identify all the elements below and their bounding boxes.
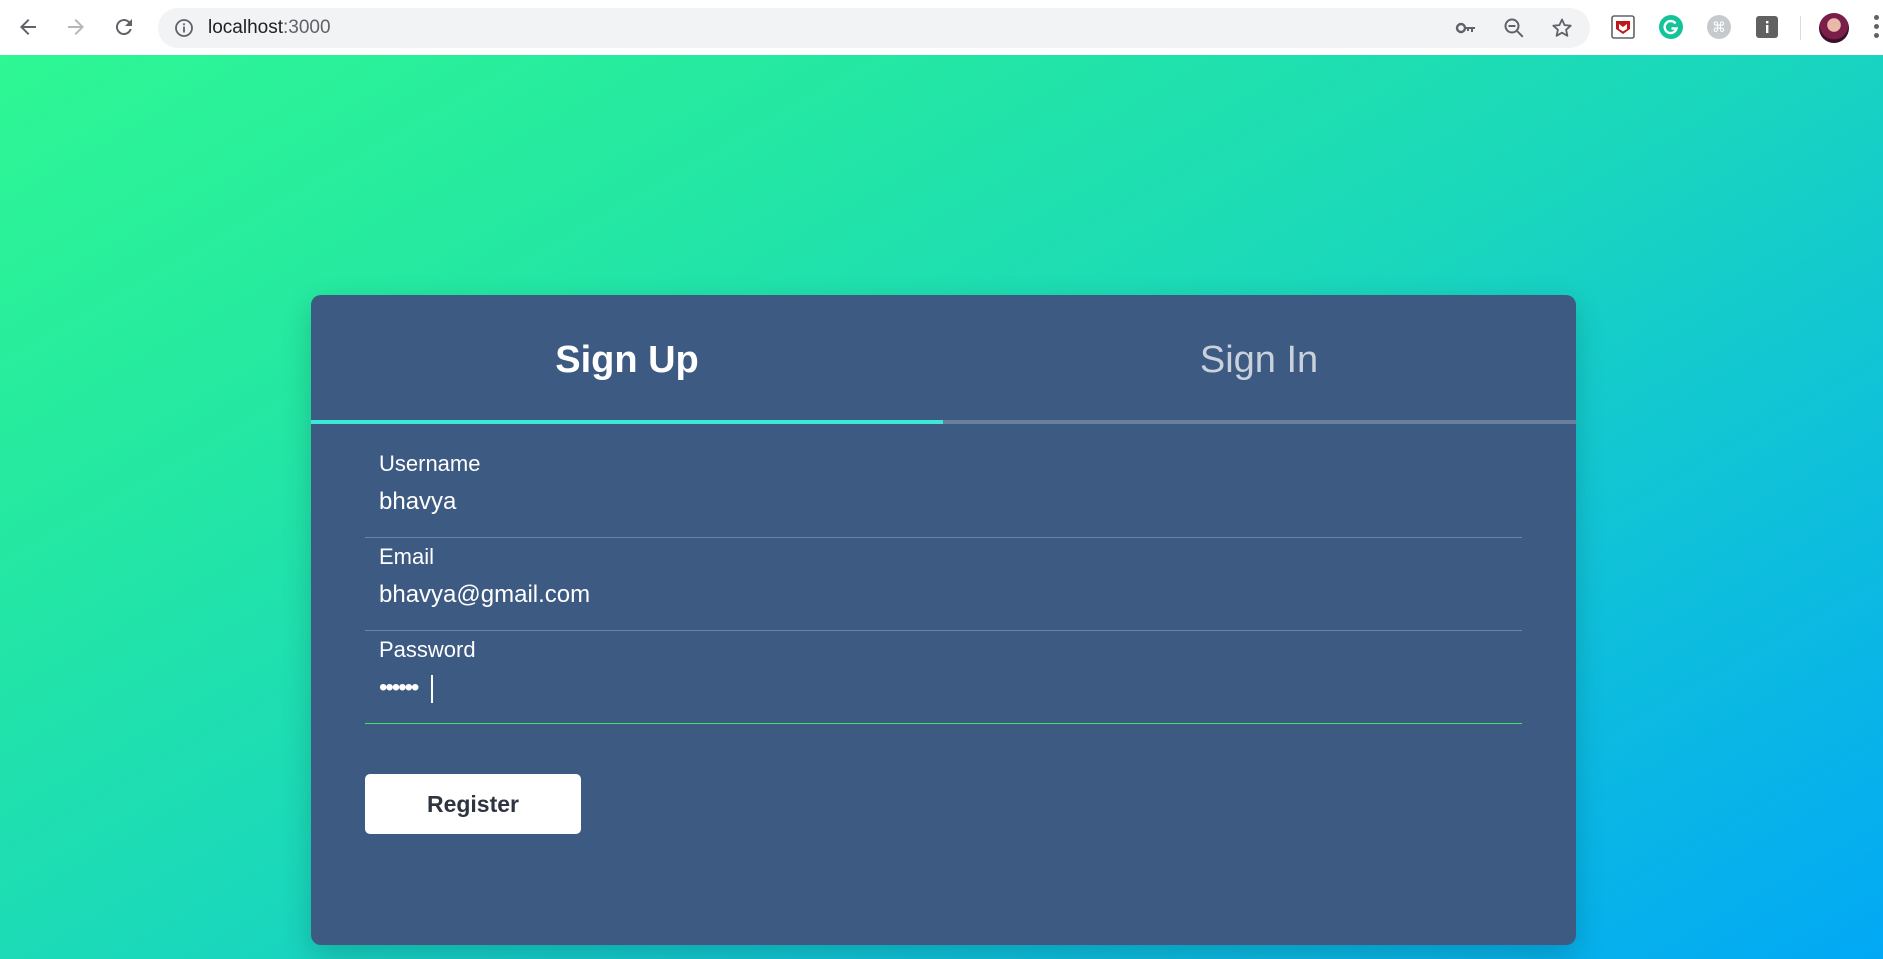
- zoom-out-icon[interactable]: [1502, 16, 1526, 40]
- email-label: Email: [379, 544, 435, 569]
- key-icon[interactable]: [1454, 16, 1478, 40]
- grammarly-extension-icon[interactable]: [1658, 14, 1684, 40]
- email-field: Email: [365, 538, 1522, 631]
- url-port: :3000: [283, 17, 331, 38]
- arrow-left-icon: [20, 19, 36, 35]
- text-caret: [431, 675, 433, 703]
- forward-button[interactable]: [58, 9, 94, 45]
- address-bar[interactable]: localhost:3000: [158, 8, 1590, 48]
- mcafee-extension-icon[interactable]: [1610, 14, 1636, 40]
- page-background: Sign Up Sign In Username Email Password …: [0, 55, 1883, 959]
- info-icon[interactable]: [174, 18, 194, 38]
- url-host: localhost: [208, 17, 283, 38]
- auth-card: Sign Up Sign In Username Email Password …: [311, 295, 1576, 945]
- register-button[interactable]: Register: [365, 774, 581, 834]
- password-field: Password: [365, 631, 1522, 724]
- username-field: Username: [365, 445, 1522, 538]
- back-button[interactable]: [10, 9, 46, 45]
- profile-avatar[interactable]: [1819, 13, 1849, 43]
- auth-tabs: Sign Up Sign In: [311, 295, 1576, 425]
- password-input[interactable]: [379, 671, 1509, 705]
- svg-text:⌘: ⌘: [1712, 20, 1726, 36]
- email-input[interactable]: [379, 578, 1509, 612]
- star-icon[interactable]: [1550, 16, 1574, 40]
- tab-sign-up[interactable]: Sign Up: [311, 295, 943, 425]
- reload-icon: [115, 19, 132, 36]
- browser-toolbar: localhost:3000 ⌘: [0, 0, 1883, 55]
- command-extension-icon[interactable]: ⌘: [1706, 14, 1732, 40]
- browser-menu-icon[interactable]: [1874, 15, 1880, 41]
- toolbar-divider: [1800, 16, 1801, 40]
- reload-button[interactable]: [106, 9, 142, 45]
- arrow-right-icon: [68, 19, 84, 35]
- info-extension-icon[interactable]: [1754, 14, 1780, 40]
- active-tab-indicator: [311, 420, 943, 424]
- url-text: localhost:3000: [208, 8, 331, 48]
- username-label: Username: [379, 451, 481, 476]
- tab-sign-in[interactable]: Sign In: [943, 295, 1575, 425]
- signup-form: Username Email Password: [365, 445, 1522, 724]
- username-input[interactable]: [379, 485, 1509, 519]
- password-label: Password: [379, 637, 476, 662]
